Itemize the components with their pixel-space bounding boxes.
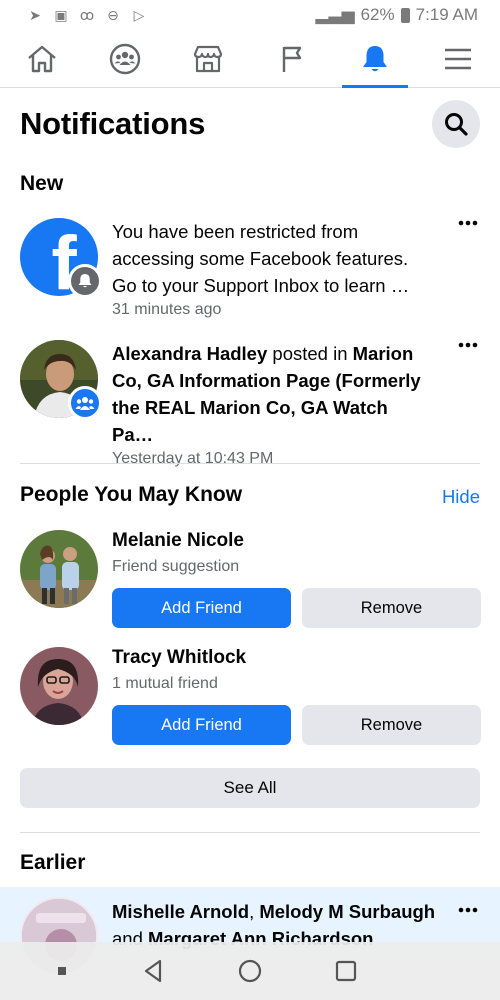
bell-badge-icon — [68, 264, 102, 298]
page-title: Notifications — [20, 106, 206, 141]
more-icon — [458, 907, 478, 913]
home-circle-icon[interactable] — [236, 957, 264, 985]
search-icon — [445, 113, 468, 136]
flag-icon — [282, 46, 301, 72]
recent-dot-icon[interactable] — [52, 961, 72, 981]
status-icons-right: ▂▃▅ 62% 7:19 AM — [315, 5, 478, 25]
notification-avatar: f — [20, 218, 102, 298]
home-icon — [27, 45, 56, 72]
actor-name: Alexandra Hadley — [112, 343, 268, 364]
bell-icon — [362, 45, 387, 71]
more-icon — [458, 342, 478, 348]
play-store-icon: ▷ — [133, 6, 145, 23]
notification-item[interactable]: f You have been restricted from accessin… — [0, 218, 500, 319]
add-friend-button[interactable]: Add Friend — [112, 588, 291, 628]
notification-body: You have been restricted from accessing … — [112, 218, 434, 319]
tab-marketplace[interactable] — [167, 30, 250, 87]
remove-button[interactable]: Remove — [302, 705, 481, 745]
more-options-button[interactable] — [456, 220, 480, 240]
actor-name: Mishelle Arnold — [112, 901, 250, 922]
actor-name: Melody M Surbaugh — [259, 901, 436, 922]
search-button[interactable] — [432, 100, 480, 148]
notification-avatar — [20, 340, 102, 420]
groups-icon — [109, 43, 141, 74]
voicemail-icon: ꝏ — [79, 6, 95, 23]
page-header: Notifications — [0, 90, 500, 158]
person-subtitle: 1 mutual friend — [112, 675, 218, 692]
signal-icon: ▂▃▅ — [315, 5, 355, 24]
notification-text: Alexandra Hadley posted in Marion Co, GA… — [112, 340, 434, 448]
more-icon — [458, 220, 478, 226]
person-name[interactable]: Tracy Whitlock — [112, 647, 246, 669]
status-bar: ➤ ▣ ꝏ ⊖ ▷ ▂▃▅ 62% 7:19 AM — [0, 0, 500, 30]
section-title-people: People You May Know — [20, 483, 243, 506]
person-avatar[interactable] — [20, 647, 98, 725]
empty-slot — [428, 961, 448, 981]
tab-home[interactable] — [0, 30, 83, 87]
group-badge-icon — [68, 386, 102, 420]
tab-menu[interactable] — [417, 30, 500, 87]
marketplace-icon — [194, 45, 223, 72]
overview-square-icon[interactable] — [332, 957, 360, 985]
notification-item[interactable]: Alexandra Hadley posted in Marion Co, GA… — [0, 340, 500, 468]
hide-link[interactable]: Hide — [442, 486, 480, 508]
notification-time: Yesterday at 10:43 PM — [112, 450, 274, 467]
more-options-button[interactable] — [456, 907, 480, 927]
tray-icon: ▣ — [54, 6, 68, 23]
tab-groups[interactable] — [83, 30, 166, 87]
tab-notifications[interactable] — [333, 30, 416, 88]
person-avatar[interactable] — [20, 530, 98, 608]
notification-text: You have been restricted from accessing … — [112, 221, 410, 296]
remove-button[interactable]: Remove — [302, 588, 481, 628]
system-navigation-bar — [0, 942, 500, 1000]
action-text: posted in — [267, 343, 353, 364]
battery-percent: 62% — [360, 5, 395, 24]
section-title-earlier: Earlier — [20, 851, 86, 874]
battery-icon — [400, 7, 410, 23]
separator-text: , — [249, 901, 260, 922]
section-title-new: New — [20, 172, 64, 195]
menu-icon — [445, 48, 472, 69]
tab-pages[interactable] — [250, 30, 333, 87]
clock: 7:19 AM — [415, 5, 478, 24]
do-not-disturb-icon: ⊖ — [107, 6, 119, 23]
more-options-button[interactable] — [456, 342, 480, 362]
person-name[interactable]: Melanie Nicole — [112, 530, 244, 552]
add-friend-button[interactable]: Add Friend — [112, 705, 291, 745]
divider — [20, 832, 480, 833]
person-subtitle: Friend suggestion — [112, 558, 240, 575]
notification-time: 31 minutes ago — [112, 301, 222, 318]
top-navigation — [0, 30, 500, 88]
back-icon[interactable] — [140, 957, 168, 985]
notification-body: Alexandra Hadley posted in Marion Co, GA… — [112, 340, 434, 468]
status-icons-left: ➤ ▣ ꝏ ⊖ ▷ — [26, 6, 148, 24]
see-all-button[interactable]: See All — [20, 768, 480, 808]
telegram-icon: ➤ — [29, 6, 41, 23]
divider — [20, 463, 480, 464]
